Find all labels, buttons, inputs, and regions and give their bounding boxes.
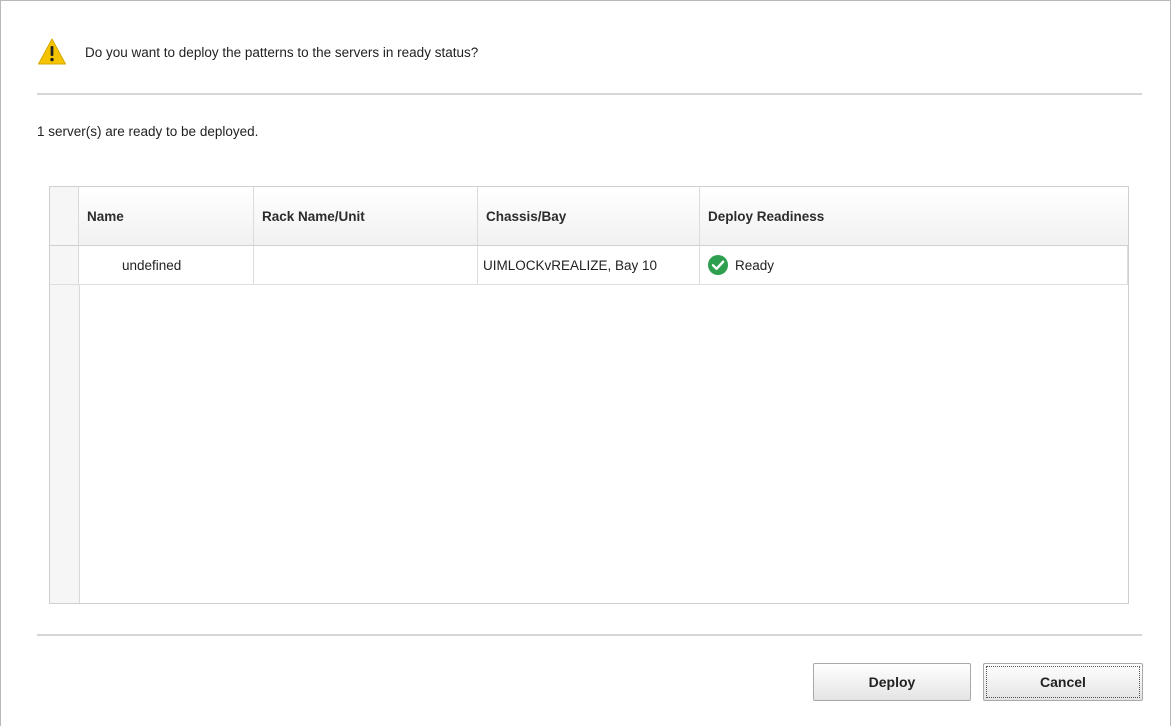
ready-summary: 1 server(s) are ready to be deployed. <box>37 124 259 139</box>
column-header-readiness[interactable]: Deploy Readiness <box>700 187 1128 245</box>
header-divider <box>37 93 1142 95</box>
check-circle-icon <box>708 255 728 275</box>
header-row-selector <box>50 187 79 245</box>
footer-divider <box>37 634 1142 636</box>
table-row[interactable]: undefined UIMLOCKvREALIZE, Bay 10 Ready <box>50 246 1128 285</box>
cancel-button[interactable]: Cancel <box>983 663 1143 701</box>
cell-readiness: Ready <box>700 246 1128 284</box>
column-header-name[interactable]: Name <box>79 187 254 245</box>
warning-icon <box>38 38 66 65</box>
servers-table: Name Rack Name/Unit Chassis/Bay Deploy R… <box>49 186 1129 604</box>
readiness-label: Ready <box>735 257 775 273</box>
table-header: Name Rack Name/Unit Chassis/Bay Deploy R… <box>50 187 1128 246</box>
dialog-header: Do you want to deploy the patterns to th… <box>37 37 478 67</box>
column-header-rack[interactable]: Rack Name/Unit <box>254 187 478 245</box>
dialog-question: Do you want to deploy the patterns to th… <box>85 44 479 60</box>
row-selector[interactable] <box>50 246 79 284</box>
cell-chassis: UIMLOCKvREALIZE, Bay 10 <box>478 246 700 284</box>
cell-name: undefined <box>79 246 254 284</box>
deploy-confirmation-dialog: Do you want to deploy the patterns to th… <box>0 0 1171 726</box>
deploy-button[interactable]: Deploy <box>813 663 971 701</box>
cell-rack <box>254 246 478 284</box>
column-header-chassis[interactable]: Chassis/Bay <box>478 187 700 245</box>
